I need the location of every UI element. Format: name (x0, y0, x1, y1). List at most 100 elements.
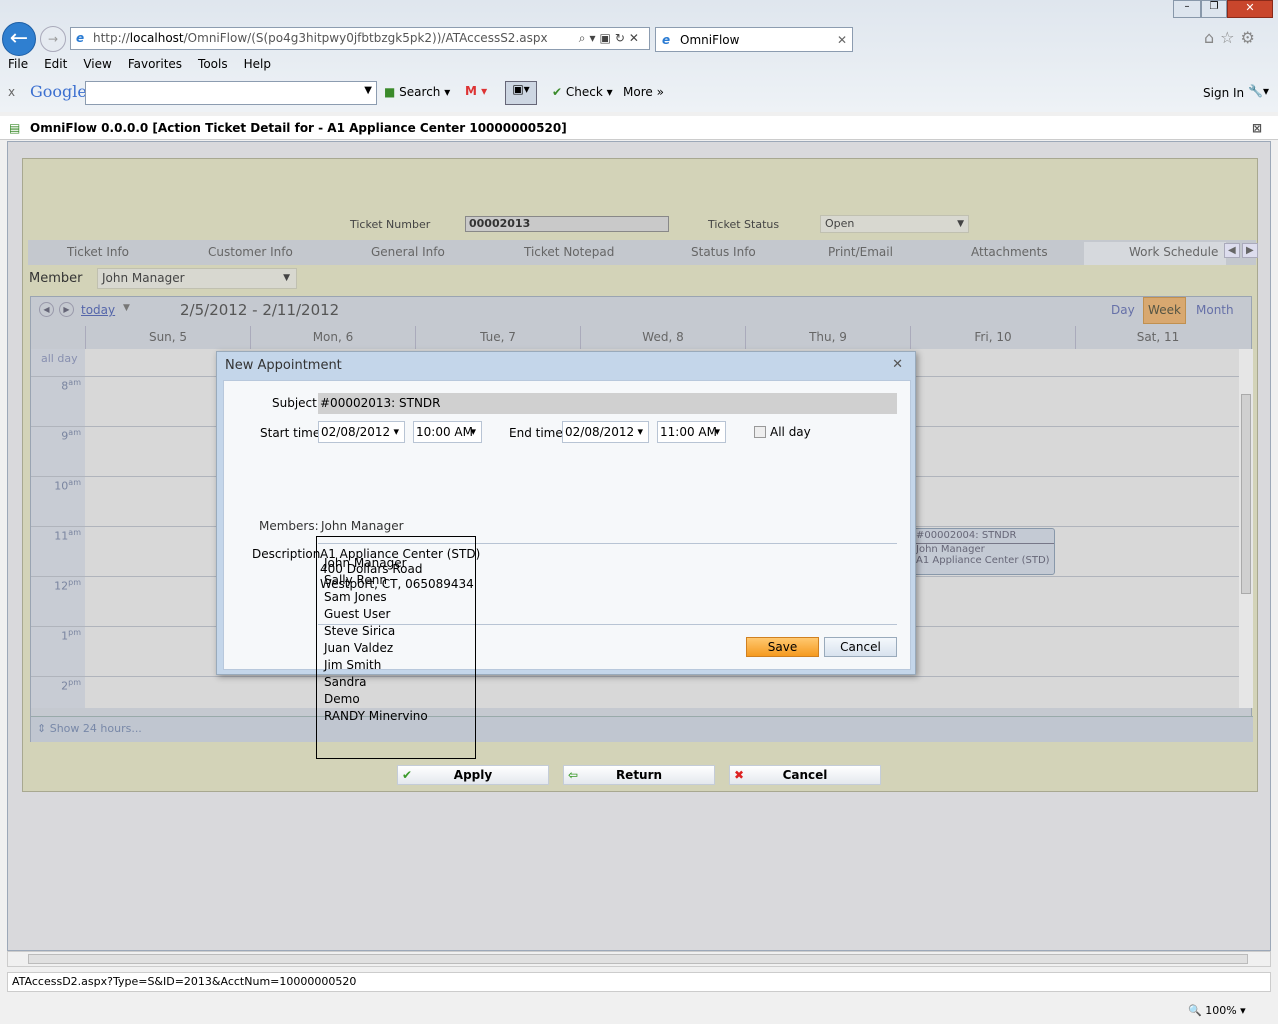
google-logo: Google (30, 82, 87, 101)
start-date-picker[interactable]: 02/08/2012 (318, 421, 405, 443)
start-time-picker[interactable]: 10:00 AM (413, 421, 482, 443)
view-day[interactable]: Day (1111, 303, 1135, 317)
apply-button[interactable]: ✔ Apply (397, 765, 549, 785)
close-page-icon[interactable]: ⊠ (1252, 116, 1262, 140)
hour-label: 12pm (31, 578, 85, 593)
menu-view[interactable]: View (83, 57, 111, 71)
view-week[interactable]: Week (1143, 297, 1186, 324)
today-dropdown-icon[interactable]: ▼ (123, 303, 130, 313)
forward-button[interactable]: → (40, 26, 66, 52)
horizontal-scrollbar[interactable] (7, 951, 1271, 967)
check-button[interactable]: ✔ Check ▾ (552, 85, 613, 99)
tab-print-email[interactable]: Print/Email (828, 245, 893, 259)
description-label: Description (252, 547, 321, 561)
member-option[interactable]: Steve Sirica (317, 623, 475, 640)
hour-period: pm (68, 628, 81, 637)
tab-ticket-notepad[interactable]: Ticket Notepad (524, 245, 614, 259)
google-search-icon: ■ (384, 85, 396, 99)
home-star-gear-icons[interactable]: ⌂☆⚙ (1204, 28, 1261, 47)
menu-help[interactable]: Help (244, 57, 271, 71)
search-label: Search (399, 85, 441, 99)
day-header: Mon, 6 (250, 326, 415, 349)
hour-number: 10 (54, 479, 69, 493)
tab-work-schedule[interactable]: Work Schedule (1129, 245, 1218, 259)
member-option[interactable]: John Manager (317, 555, 475, 572)
minimize-button[interactable]: – (1173, 0, 1201, 18)
tab-general-info[interactable]: General Info (371, 245, 445, 259)
member-option[interactable]: Demo (317, 691, 475, 708)
hour-period: pm (68, 578, 81, 587)
close-window-button[interactable]: ✕ (1227, 0, 1273, 18)
all-day-checkbox[interactable] (754, 426, 766, 438)
today-link[interactable]: today (81, 303, 115, 317)
return-button[interactable]: ⇦ Return (563, 765, 715, 785)
browser-tab[interactable]: e OmniFlow ✕ (655, 27, 853, 52)
end-time-picker[interactable]: 11:00 AM (657, 421, 726, 443)
address-bar[interactable]: e http://localhost/OmniFlow/(S(po4g3hitpw… (70, 27, 650, 50)
back-button[interactable]: ← (2, 22, 36, 56)
menu-favorites[interactable]: Favorites (128, 57, 182, 71)
tab-attachments[interactable]: Attachments (971, 245, 1048, 259)
tab-ticket-info[interactable]: Ticket Info (67, 245, 129, 259)
save-button[interactable]: Save (746, 637, 819, 657)
subject-input[interactable]: #00002013: STNDR (318, 393, 897, 414)
vertical-scrollbar[interactable] (1239, 349, 1253, 708)
tab-status-info[interactable]: Status Info (691, 245, 756, 259)
all-day-label: All day (770, 425, 811, 439)
show-24-hours-bar[interactable]: ⇕ Show 24 hours... (31, 716, 1253, 742)
google-search-button[interactable]: ■ Search ▾ (384, 85, 450, 99)
close-toolbar-icon[interactable]: x (8, 85, 15, 99)
menu-tools[interactable]: Tools (198, 57, 228, 71)
ticket-number-field[interactable]: 00002013 (465, 216, 669, 232)
google-search-input[interactable]: ▼ (85, 81, 377, 105)
dialog-close-icon[interactable]: ✕ (892, 357, 903, 372)
more-button[interactable]: More » (623, 85, 664, 99)
hour-label: 10am (31, 478, 85, 493)
chevron-down-icon[interactable]: ▼ (364, 85, 372, 96)
hour-line (31, 676, 1239, 677)
member-option[interactable]: Sandra (317, 674, 475, 691)
hour-label: 1pm (31, 628, 85, 643)
member-option[interactable]: RANDY Minervino (317, 708, 475, 725)
scrollbar-thumb[interactable] (28, 954, 1248, 964)
members-value[interactable]: John Manager (321, 519, 404, 533)
search-refresh-stop-icons[interactable]: ⌕▾▣↻✕ (579, 28, 643, 49)
dialog-cancel-button[interactable]: Cancel (824, 637, 897, 657)
hour-period: am (68, 478, 81, 487)
menu-edit[interactable]: Edit (44, 57, 67, 71)
gmail-icon[interactable]: M ▾ (465, 84, 487, 98)
member-option[interactable]: Sally Renn (317, 572, 475, 589)
ticket-status-select[interactable]: Open ▼ (820, 215, 969, 233)
next-week-button[interactable]: ▶ (59, 302, 74, 317)
appointment-event[interactable]: #00002004: STNDR John Manager A1 Applian… (911, 528, 1055, 575)
end-date-picker[interactable]: 02/08/2012 (562, 421, 649, 443)
cancel-ticket-button[interactable]: ✖ Cancel (729, 765, 881, 785)
member-select[interactable]: John Manager ▼ (97, 268, 297, 289)
close-tab-icon[interactable]: ✕ (837, 28, 847, 52)
maximize-button[interactable]: ❐ (1201, 0, 1227, 18)
tab-scroll-right[interactable]: ▶ (1242, 243, 1258, 258)
member-option[interactable]: Sam Jones (317, 589, 475, 606)
member-option[interactable]: Jim Smith (317, 657, 475, 674)
return-label: Return (615, 768, 663, 782)
popup-blocker-button[interactable]: ▣▾ (505, 81, 537, 105)
prev-week-button[interactable]: ◀ (39, 302, 54, 317)
tab-customer-info[interactable]: Customer Info (208, 245, 293, 259)
scrollbar-thumb[interactable] (1241, 394, 1251, 594)
show-24-hours-link[interactable]: ⇕ Show 24 hours... (37, 722, 142, 735)
menu-file[interactable]: File (8, 57, 28, 71)
apply-label: Apply (453, 768, 493, 782)
status-bar-url: ATAccessD2.aspx?Type=S&ID=2013&AcctNum=1… (7, 972, 1271, 992)
event-member: John Manager (916, 544, 985, 555)
hour-period: am (68, 528, 81, 537)
tab-scroll-left[interactable]: ◀ (1224, 243, 1240, 258)
member-option[interactable]: Juan Valdez (317, 640, 475, 657)
show-24-label: Show 24 hours... (49, 722, 142, 735)
member-option[interactable]: Guest User (317, 606, 475, 623)
view-month[interactable]: Month (1196, 303, 1234, 317)
wrench-icon[interactable]: 🔧▾ (1248, 84, 1269, 98)
sign-in-link[interactable]: Sign In (1203, 86, 1244, 100)
page-title: OmniFlow 0.0.0.0 [Action Ticket Detail f… (30, 121, 567, 135)
zoom-level[interactable]: 🔍 100% ▾ (1188, 1004, 1246, 1017)
subject-label: Subject (272, 396, 317, 410)
